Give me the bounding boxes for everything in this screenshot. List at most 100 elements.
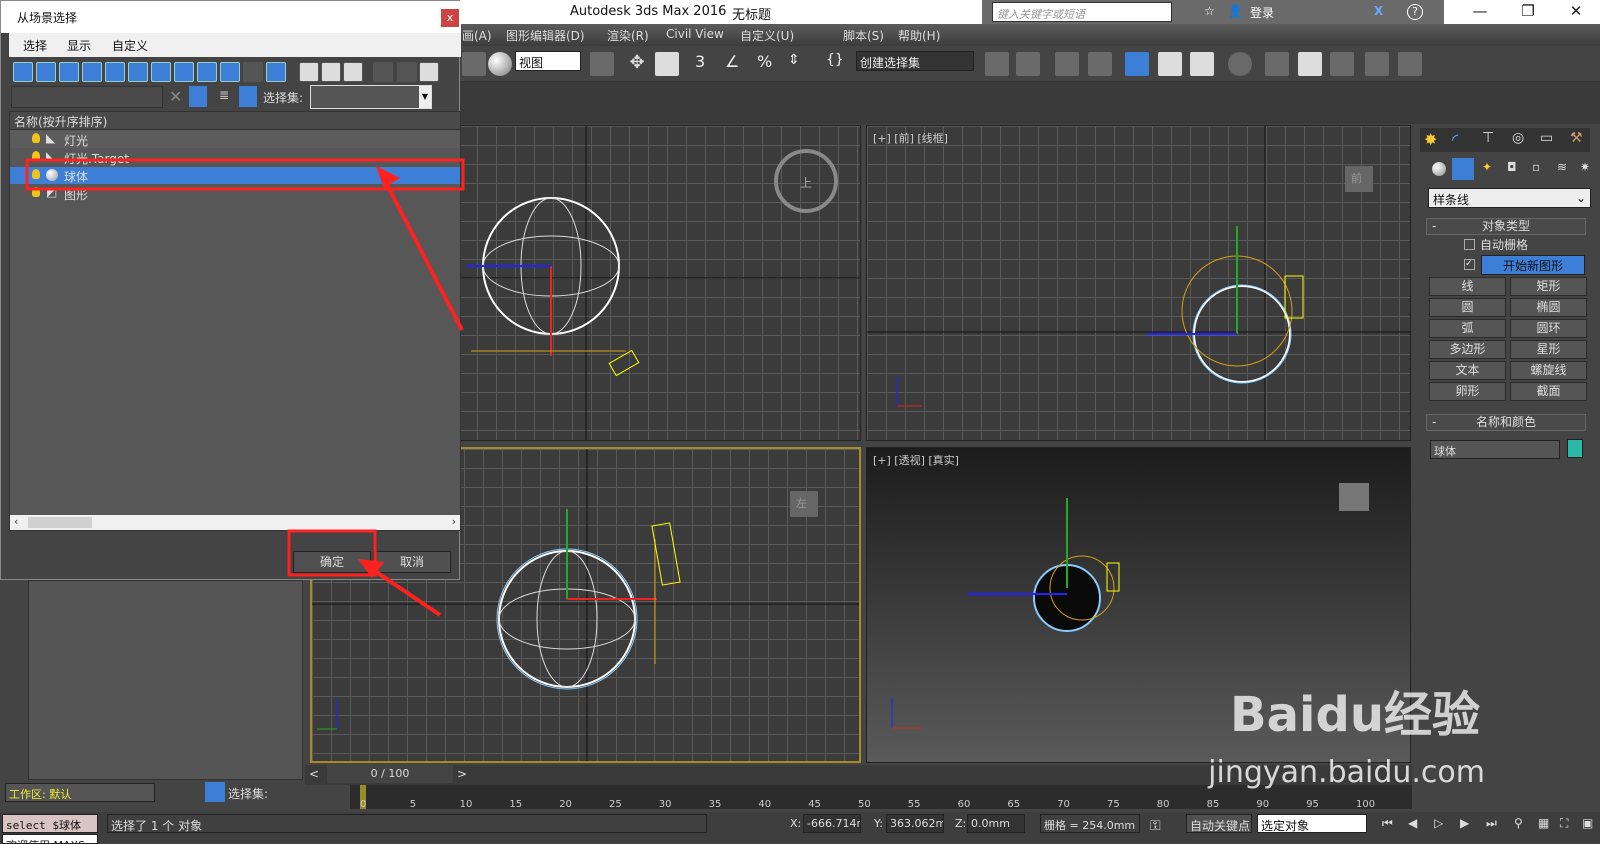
prev-key-icon[interactable]: ◀ [1408, 816, 1417, 830]
shape-rectangle-button[interactable]: 矩形 [1510, 277, 1587, 296]
auto-key-button[interactable]: 自动关键点 [1186, 814, 1252, 833]
column-header[interactable]: 名称(按升序排序) [10, 112, 460, 130]
start-new-shape-button[interactable]: 开始新图形 [1481, 255, 1585, 275]
maximize-button[interactable]: ❐ [1508, 2, 1548, 22]
go-to-start-icon[interactable]: ⏮ [1382, 816, 1393, 831]
list-item[interactable]: ◣ 灯光 [10, 131, 460, 148]
play-icon[interactable]: ▷ [1434, 816, 1443, 830]
menu-civil-view[interactable]: Civil View [666, 27, 724, 41]
prev-frame-icon[interactable]: < [309, 767, 319, 781]
y-coordinate[interactable]: 363.062mm [886, 814, 944, 833]
viewport-front[interactable]: [+] [前] [线框] 前 [866, 125, 1411, 441]
list-item[interactable]: ◣ 灯光.Target [10, 149, 460, 166]
systems-icon[interactable]: ✷ [1580, 160, 1590, 174]
exchange-icon[interactable]: X [1374, 4, 1383, 18]
rollout-name-color[interactable]: - 名称和颜色 [1426, 414, 1586, 431]
viewport-label[interactable]: [+] [透视] [真实] [873, 452, 959, 468]
filter-bones-icon[interactable] [197, 62, 217, 82]
select-invert-icon[interactable] [343, 62, 363, 82]
start-new-shape-checkbox[interactable]: ✓ [1464, 259, 1475, 270]
select-none-icon[interactable] [321, 62, 341, 82]
filter-shapes-icon[interactable] [36, 62, 56, 82]
scroll-right-icon[interactable]: › [452, 515, 456, 528]
login-link[interactable]: 登录 [1250, 4, 1274, 21]
key-icon[interactable]: ⚿ [1150, 818, 1161, 834]
viewport-label[interactable]: [+] [前] [线框] [873, 130, 948, 146]
shape-egg-button[interactable]: 卵形 [1429, 382, 1506, 401]
shape-helix-button[interactable]: 螺旋线 [1510, 361, 1587, 380]
curve-editor-icon[interactable] [1158, 52, 1182, 76]
pivot-icon[interactable] [590, 52, 614, 76]
category-dropdown[interactable]: 样条线 ⌄ [1428, 188, 1591, 208]
dialog-close-button[interactable]: x [441, 9, 459, 27]
render-window-icon[interactable] [1398, 52, 1422, 76]
key-mode-select[interactable]: 选定对象 [1257, 814, 1367, 833]
z-coordinate[interactable]: 0.0mm [967, 814, 1025, 833]
menu-customize[interactable]: 自定义(U) [740, 27, 794, 44]
hierarchy-icon[interactable] [205, 782, 225, 802]
placement-icon[interactable] [488, 52, 512, 76]
zoom-icon[interactable]: ⚲ [1514, 816, 1523, 830]
shapes-icon[interactable] [1452, 158, 1474, 180]
lights-icon[interactable]: ✦ [1482, 160, 1492, 174]
render-iterative-icon[interactable] [1365, 52, 1389, 76]
viewcube-front[interactable]: 前 [1351, 170, 1362, 186]
search-input[interactable]: 键入关键字或短语 [992, 2, 1172, 22]
mirror-icon[interactable] [985, 52, 1009, 76]
find-filter-icon[interactable] [189, 86, 207, 107]
display-tab-icon[interactable]: ▭ [1540, 130, 1553, 146]
dialog-menu-customize[interactable]: 自定义 [112, 37, 148, 54]
help-icon[interactable]: ? [1407, 4, 1423, 20]
filter-spacewarps-icon[interactable] [128, 62, 148, 82]
layer-explorer-icon[interactable] [1088, 52, 1112, 76]
display-options-icon[interactable] [419, 62, 439, 82]
shape-donut-button[interactable]: 圆环 [1510, 319, 1587, 338]
go-to-end-icon[interactable]: ⏭ [1486, 816, 1497, 831]
shape-line-button[interactable]: 线 [1429, 277, 1506, 296]
snap-toggle[interactable]: 3 [695, 52, 719, 76]
next-frame-icon[interactable]: > [457, 767, 467, 781]
cameras-icon[interactable]: ◘ [1507, 160, 1517, 174]
object-name-input[interactable]: 球体 [1430, 440, 1560, 459]
shape-star-button[interactable]: 星形 [1510, 340, 1587, 359]
filter-containers-icon[interactable] [220, 62, 240, 82]
filter-lights-icon[interactable] [59, 62, 79, 82]
scene-explorer-icon[interactable] [1055, 52, 1079, 76]
render-setup-icon[interactable] [1265, 52, 1289, 76]
menu-animation[interactable]: 画(A) [462, 27, 492, 44]
autogrid-checkbox[interactable] [1464, 239, 1475, 250]
zoom-extents-all-icon[interactable]: ▣ [1582, 816, 1593, 830]
keyboard-shortcut-icon[interactable] [655, 52, 679, 76]
x-coordinate[interactable]: -666.714mm [803, 814, 861, 833]
viewcube-left[interactable]: 左 [796, 495, 807, 511]
explorer-list[interactable] [28, 580, 303, 780]
material-editor-icon[interactable] [1228, 52, 1252, 76]
hierarchy-icon[interactable] [239, 86, 257, 107]
star-icon[interactable]: ☆ [1204, 4, 1215, 18]
utilities-tab-icon[interactable]: ⚒ [1570, 130, 1583, 146]
motion-tab-icon[interactable]: ◎ [1512, 130, 1524, 146]
menu-graph-editors[interactable]: 图形编辑器(D) [506, 27, 585, 44]
shape-section-button[interactable]: 截面 [1510, 382, 1587, 401]
workspace-select[interactable]: 工作区: 默认 [5, 783, 155, 802]
scene-object-list[interactable]: 名称(按升序排序) ◣ 灯光 ◣ 灯光.Target 球体 ◩ 图形 ‹ › [9, 111, 461, 531]
menu-rendering[interactable]: 渲染(R) [607, 27, 649, 44]
helpers-icon[interactable]: ▫ [1532, 160, 1540, 174]
schematic-view-icon[interactable] [1190, 52, 1214, 76]
modify-tab-icon[interactable]: ◜ [1452, 130, 1458, 149]
shape-text-button[interactable]: 文本 [1429, 361, 1506, 380]
render-icon[interactable] [1330, 52, 1354, 76]
filter-cameras-icon[interactable] [82, 62, 102, 82]
zoom-extents-icon[interactable]: ⛶ [1560, 816, 1568, 831]
shape-arc-button[interactable]: 弧 [1429, 319, 1506, 338]
zoom-all-icon[interactable]: ▦ [1538, 816, 1549, 830]
dialog-menu-select[interactable]: 选择 [23, 37, 47, 54]
filter-hidden-icon[interactable] [266, 62, 286, 82]
ok-button[interactable]: 确定 [293, 551, 371, 573]
percent-snap-toggle[interactable]: % [757, 52, 781, 76]
maxscript-listener[interactable]: select $球体 [2, 814, 98, 833]
shape-ellipse-button[interactable]: 椭圆 [1510, 298, 1587, 317]
close-button[interactable]: ✕ [1556, 2, 1596, 22]
rendered-frame-icon[interactable] [1298, 52, 1322, 76]
scroll-thumb[interactable] [28, 517, 92, 528]
